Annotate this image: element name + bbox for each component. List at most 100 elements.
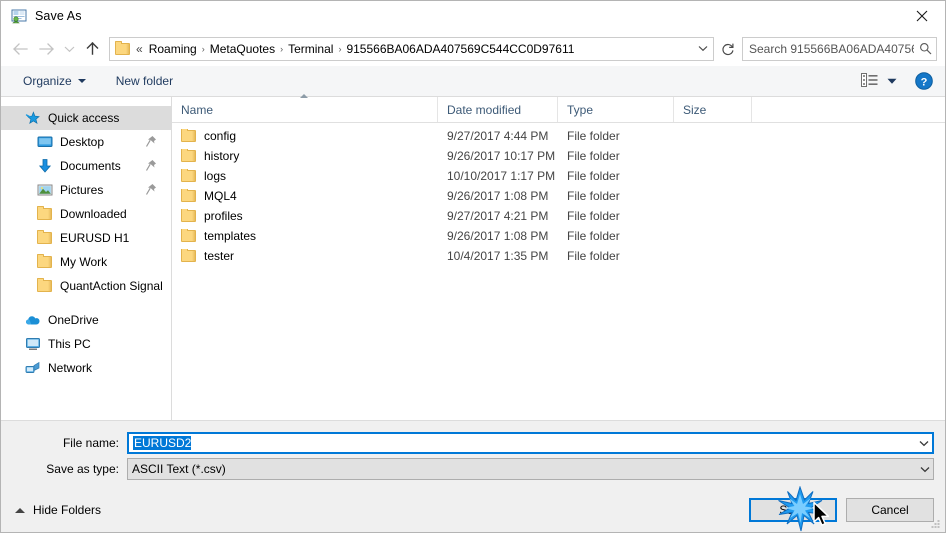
sidebar-item-label: Desktop: [60, 135, 105, 149]
breadcrumb-item-terminal-id[interactable]: 915566BA06ADA407569C544CC0D97611: [342, 42, 578, 56]
column-header-date-modified[interactable]: Date modified: [438, 97, 558, 122]
file-date: 9/27/2017 4:44 PM: [447, 129, 549, 143]
sidebar-item-label: My Work: [60, 255, 108, 269]
breadcrumb-overflow[interactable]: «: [135, 42, 145, 56]
close-button[interactable]: [899, 1, 945, 31]
search-input[interactable]: Search 915566BA06ADA40756...: [743, 42, 914, 56]
this-pc-icon: [25, 336, 41, 352]
search-box[interactable]: Search 915566BA06ADA40756...: [742, 36, 937, 61]
table-row[interactable]: history 9/26/2017 10:17 PM File folder: [172, 146, 945, 166]
sidebar-item-downloaded[interactable]: Downloaded: [1, 202, 171, 226]
save-as-dialog: Save As « Roaming › MetaQuotes › Termina…: [0, 0, 946, 533]
table-row[interactable]: tester 10/4/2017 1:35 PM File folder: [172, 246, 945, 266]
sidebar-item-quantaction-signal[interactable]: QuantAction Signal: [1, 274, 171, 298]
file-name-input[interactable]: EURUSD2: [129, 436, 915, 450]
sidebar-item-label: Downloaded: [60, 207, 127, 221]
chevron-down-icon[interactable]: [915, 440, 932, 447]
chevron-down-icon: [77, 79, 86, 83]
file-name-cell: tester: [172, 249, 438, 263]
column-header-label: Date modified: [447, 102, 522, 117]
dialog-footer: Hide Folders Save Cancel: [1, 488, 945, 532]
file-type: File folder: [567, 209, 620, 223]
view-layout-button[interactable]: [857, 70, 901, 93]
organize-button[interactable]: Organize: [15, 70, 94, 92]
address-bar[interactable]: « Roaming › MetaQuotes › Terminal › 9155…: [109, 36, 714, 61]
column-header-label: Name: [181, 102, 214, 117]
folder-icon: [181, 189, 197, 203]
sidebar-item-quick-access[interactable]: Quick access: [1, 106, 171, 130]
folder-icon: [37, 254, 53, 270]
table-row[interactable]: MQL4 9/26/2017 1:08 PM File folder: [172, 186, 945, 206]
save-button[interactable]: Save: [749, 498, 837, 522]
star-icon: [25, 110, 41, 126]
pin-icon[interactable]: [145, 159, 157, 172]
file-name-combo[interactable]: EURUSD2: [127, 432, 934, 454]
file-name-cell: config: [172, 129, 438, 143]
table-row[interactable]: templates 9/26/2017 1:08 PM File folder: [172, 226, 945, 246]
resize-grip[interactable]: [929, 517, 942, 530]
sidebar-item-this-pc[interactable]: This PC: [1, 332, 171, 356]
folder-icon: [181, 129, 197, 143]
sidebar-item-label: EURUSD H1: [60, 231, 130, 245]
folder-icon: [181, 149, 197, 163]
sidebar-item-network[interactable]: Network: [1, 356, 171, 380]
new-folder-button[interactable]: New folder: [108, 70, 181, 92]
chevron-down-icon[interactable]: [693, 38, 713, 60]
file-name: tester: [204, 249, 235, 263]
save-form: File name: EURUSD2 Save as type: ASCII T…: [1, 420, 945, 488]
sidebar-item-label: Network: [48, 361, 93, 375]
file-name-cell: logs: [172, 169, 438, 183]
file-name: profiles: [204, 209, 243, 223]
file-name: MQL4: [204, 189, 237, 203]
pin-icon[interactable]: [145, 183, 157, 196]
file-date: 9/27/2017 4:21 PM: [447, 209, 549, 223]
recent-locations-button[interactable]: [59, 36, 79, 62]
column-header-name[interactable]: Name: [172, 94, 438, 122]
folder-icon: [37, 206, 53, 222]
file-date: 9/26/2017 10:17 PM: [447, 149, 556, 163]
table-row[interactable]: config 9/27/2017 4:44 PM File folder: [172, 126, 945, 146]
navigation-bar: « Roaming › MetaQuotes › Terminal › 9155…: [1, 31, 945, 66]
pin-icon[interactable]: [145, 135, 157, 148]
breadcrumb-item-metaquotes[interactable]: MetaQuotes: [206, 42, 279, 56]
file-name: config: [204, 129, 237, 143]
help-button[interactable]: ?: [915, 72, 933, 90]
sidebar-item-documents[interactable]: Documents: [1, 154, 171, 178]
hide-folders-button[interactable]: Hide Folders: [11, 501, 105, 519]
chevron-up-icon: [15, 507, 25, 513]
sidebar-item-pictures[interactable]: Pictures: [1, 178, 171, 202]
breadcrumb-item-terminal[interactable]: Terminal: [284, 42, 337, 56]
sidebar-item-desktop[interactable]: Desktop: [1, 130, 171, 154]
new-folder-label: New folder: [115, 74, 174, 88]
up-button[interactable]: [79, 36, 105, 62]
column-header-size[interactable]: Size: [674, 97, 752, 122]
sidebar-item-label: Pictures: [60, 183, 104, 197]
save-as-icon: [11, 8, 27, 24]
file-type: File folder: [567, 169, 620, 183]
cancel-button[interactable]: Cancel: [846, 498, 934, 522]
sidebar-item-eurusd-h1[interactable]: EURUSD H1: [1, 226, 171, 250]
sidebar-item-label: Documents: [60, 159, 121, 173]
save-as-type-combo[interactable]: ASCII Text (*.csv): [127, 458, 934, 480]
chevron-down-icon[interactable]: [916, 466, 933, 473]
table-row[interactable]: logs 10/10/2017 1:17 PM File folder: [172, 166, 945, 186]
file-name-row: File name: EURUSD2: [1, 432, 945, 454]
refresh-icon[interactable]: [716, 36, 740, 62]
file-date: 10/10/2017 1:17 PM: [447, 169, 556, 183]
onedrive-icon: [25, 312, 41, 328]
documents-icon: [37, 158, 53, 174]
sidebar-item-my-work[interactable]: My Work: [1, 250, 171, 274]
sidebar-item-label: OneDrive: [48, 313, 99, 327]
forward-button[interactable]: [33, 36, 59, 62]
column-headers: Name Date modified Type Size: [172, 94, 945, 123]
breadcrumb-item-roaming[interactable]: Roaming: [145, 42, 201, 56]
back-button[interactable]: [7, 36, 33, 62]
column-header-type[interactable]: Type: [558, 97, 674, 122]
sidebar-item-onedrive[interactable]: OneDrive: [1, 308, 171, 332]
view-layout-icon: [861, 72, 878, 90]
sort-ascending-icon: [300, 94, 308, 98]
table-row[interactable]: profiles 9/27/2017 4:21 PM File folder: [172, 206, 945, 226]
file-name: templates: [204, 229, 257, 243]
toolbar: Organize New folder ?: [1, 66, 945, 97]
